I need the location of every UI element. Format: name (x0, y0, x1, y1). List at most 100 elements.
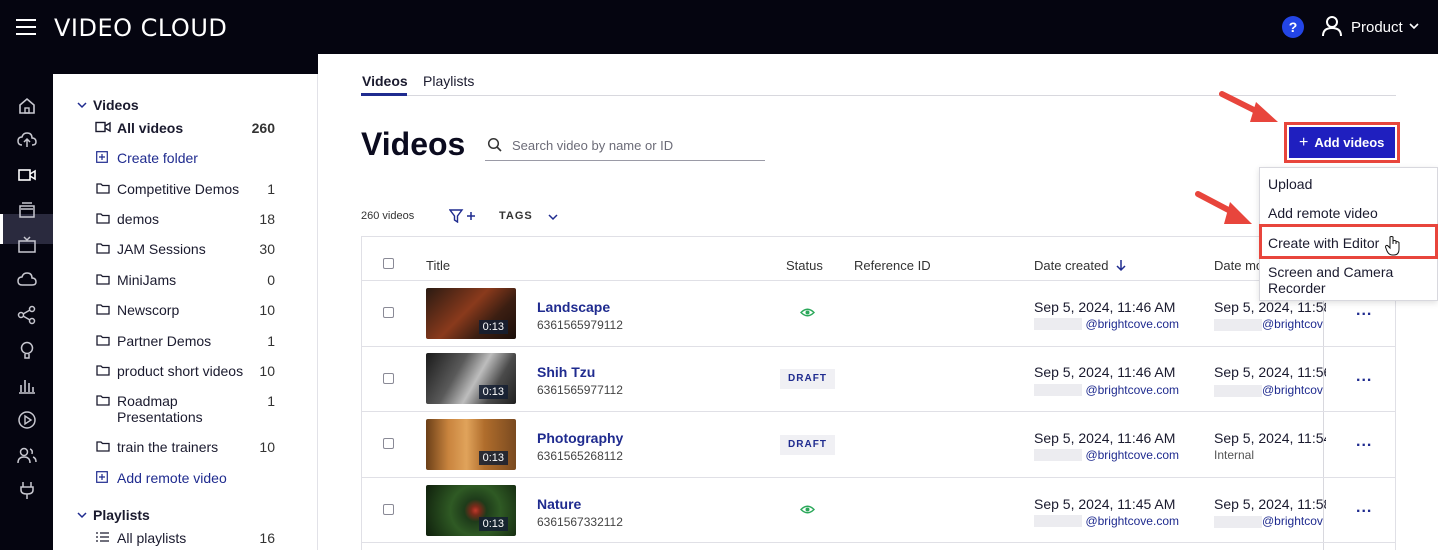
tags-filter[interactable]: TAGS (499, 210, 533, 222)
annotation-arrow-icon (1195, 191, 1252, 224)
tab-videos[interactable]: Videos (362, 73, 408, 89)
folder-label: Partner Demos (117, 333, 212, 349)
folder-icon (96, 365, 110, 376)
row-checkbox[interactable] (383, 504, 394, 515)
created-by-domain: @brightcove.com (1085, 448, 1179, 462)
help-icon[interactable]: ? (1282, 16, 1304, 38)
video-count: 260 videos (361, 210, 415, 222)
home-icon[interactable] (17, 96, 37, 116)
user-icon[interactable] (1322, 15, 1342, 37)
folder-count: 18 (259, 211, 275, 227)
video-thumbnail[interactable]: 0:13 (426, 288, 516, 339)
analytics-icon[interactable] (17, 375, 37, 395)
video-title-link[interactable]: Landscape (537, 299, 610, 315)
tab-playlists[interactable]: Playlists (423, 73, 474, 89)
video-thumbnail[interactable]: 0:13 (426, 419, 516, 470)
play-icon[interactable] (17, 410, 37, 430)
video-id: 6361565979112 (537, 318, 623, 332)
cloud-icon[interactable] (17, 270, 37, 290)
row-divider (361, 542, 1396, 543)
created-by-domain: @brightcove.com (1085, 383, 1179, 397)
row-checkbox[interactable] (383, 373, 394, 384)
folder-label: product short videos (117, 363, 244, 379)
add-remote-video-label: Add remote video (117, 470, 227, 486)
users-icon[interactable] (17, 445, 37, 465)
tv-icon[interactable] (17, 235, 37, 255)
folder-label: Competitive Demos (117, 181, 240, 197)
video-icon[interactable] (17, 165, 37, 185)
search-input[interactable] (512, 135, 762, 155)
folder-count: 10 (259, 302, 275, 318)
top-bar: VIDEO CLOUD ? Product (0, 0, 1438, 54)
video-title-link[interactable]: Photography (537, 430, 623, 446)
row-divider (361, 346, 1396, 347)
menu-item-upload[interactable]: Upload (1268, 176, 1312, 192)
modified-by-domain: @brightcov (1262, 514, 1323, 528)
search-box[interactable] (485, 131, 765, 161)
hamburger-menu-icon[interactable] (16, 19, 36, 35)
select-all-checkbox[interactable] (383, 258, 394, 269)
row-checkbox[interactable] (383, 438, 394, 449)
sort-down-arrow-icon[interactable] (1115, 258, 1127, 272)
created-by: @brightcove.com (1034, 317, 1179, 331)
created-by: @brightcove.com (1034, 514, 1179, 528)
menu-item-screen-camera-recorder[interactable]: Screen and Camera Recorder (1268, 264, 1393, 296)
row-checkbox[interactable] (383, 307, 394, 318)
folder-label: Roadmap Presentations (117, 393, 203, 425)
active-tab-indicator (361, 93, 407, 96)
folder-icon (96, 243, 110, 254)
column-header-status[interactable]: Status (786, 258, 823, 273)
menu-item-add-remote-video[interactable]: Add remote video (1268, 205, 1378, 221)
folder-count: 1 (267, 181, 275, 197)
video-id: 6361567332112 (537, 515, 623, 529)
nav-rail (0, 54, 53, 550)
chevron-down-icon[interactable] (77, 510, 87, 520)
folder-count: 10 (259, 439, 275, 455)
status-badge: DRAFT (780, 369, 835, 389)
video-title-link[interactable]: Nature (537, 496, 581, 512)
hand-pointer-icon (1385, 236, 1400, 256)
chevron-down-icon[interactable] (1408, 20, 1420, 32)
date-modified: Sep 5, 2024, 11:58 (1214, 496, 1326, 512)
sidebar-item-count: 260 (251, 120, 275, 136)
folder-count: 30 (259, 241, 275, 257)
lightbulb-icon[interactable] (17, 340, 37, 360)
redacted-email (1214, 318, 1262, 331)
video-thumbnail[interactable]: 0:13 (426, 353, 516, 404)
column-header-date-modified[interactable]: Date mo (1214, 258, 1263, 273)
date-created: Sep 5, 2024, 11:46 AM (1034, 364, 1176, 380)
column-header-date-created[interactable]: Date created (1034, 258, 1108, 273)
plug-icon[interactable] (17, 480, 37, 500)
chevron-down-icon[interactable] (77, 100, 87, 110)
created-by: @brightcove.com (1034, 448, 1179, 462)
share-icon[interactable] (17, 305, 37, 325)
duration-badge: 0:13 (478, 385, 508, 399)
video-id: 6361565977112 (537, 383, 623, 397)
page-title: Videos (361, 126, 466, 162)
column-header-title[interactable]: Title (426, 258, 450, 273)
video-title-link[interactable]: Shih Tzu (537, 364, 595, 380)
video-thumbnail[interactable]: 0:13 (426, 485, 516, 536)
add-videos-button[interactable]: + Add videos (1289, 127, 1395, 158)
annotation-arrow-icon (1219, 91, 1278, 122)
row-actions-button[interactable]: ... (1356, 433, 1372, 451)
modified-by: Internal (1214, 448, 1255, 462)
row-actions-button[interactable]: ... (1356, 302, 1372, 320)
app-brand[interactable]: VIDEO CLOUD (54, 14, 227, 42)
date-modified: Sep 5, 2024, 11:56 (1214, 364, 1326, 380)
upload-icon[interactable] (17, 130, 37, 150)
column-header-reference-id[interactable]: Reference ID (854, 258, 931, 273)
filter-add-icon[interactable] (449, 209, 477, 223)
media-icon[interactable] (17, 200, 37, 220)
redacted-email (1214, 515, 1262, 528)
row-actions-button[interactable]: ... (1356, 499, 1372, 517)
section-label: Playlists (93, 507, 150, 523)
chevron-down-icon[interactable] (547, 211, 559, 223)
video-id: 6361565268112 (537, 449, 623, 463)
panel-top-strip (53, 54, 318, 74)
created-by: @brightcove.com (1034, 383, 1179, 397)
account-menu[interactable]: Product (1351, 19, 1403, 36)
row-actions-button[interactable]: ... (1356, 368, 1372, 386)
menu-item-create-with-editor[interactable]: Create with Editor (1268, 235, 1379, 251)
folder-icon (96, 335, 110, 346)
